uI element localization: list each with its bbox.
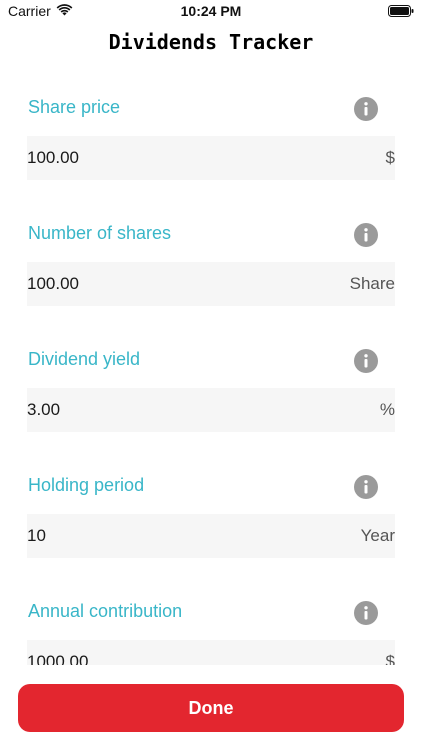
share-price-field: Share price $ [0,64,422,190]
number-of-shares-field: Number of shares Share [0,190,422,316]
annual-contribution-unit: $ [385,652,395,665]
share-price-input[interactable] [27,136,327,180]
field-label: Holding period [28,475,145,495]
field-label: Dividend yield [28,349,141,369]
dividend-form[interactable]: Share price $ Number of shares Share Div… [0,64,422,665]
annual-contribution-input-box[interactable]: $ [27,640,395,665]
field-label: Share price [28,97,121,117]
status-bar: Carrier 10:24 PM [0,0,422,24]
dividend-yield-field: Dividend yield % [0,316,422,442]
number-of-shares-unit: Share [349,274,395,293]
dividend-yield-input[interactable] [27,388,327,432]
info-icon[interactable] [354,97,378,121]
share-price-input-box[interactable]: $ [27,136,395,180]
holding-period-unit: Year [360,526,395,545]
info-icon[interactable] [354,475,378,499]
holding-period-input-box[interactable]: Year [27,514,395,558]
annual-contribution-field: Annual contribution $ [0,568,422,665]
info-icon[interactable] [354,223,378,247]
info-icon[interactable] [354,601,378,625]
page-title: Dividends Tracker [108,30,314,54]
field-label: Number of shares [28,223,172,243]
share-price-unit: $ [385,148,395,167]
info-icon[interactable] [354,349,378,373]
dividend-yield-unit: % [379,400,395,419]
dividend-yield-input-box[interactable]: % [27,388,395,432]
number-of-shares-input[interactable] [27,262,327,306]
holding-period-field: Holding period Year [0,442,422,568]
field-label: Annual contribution [28,601,183,621]
annual-contribution-input[interactable] [27,640,327,665]
done-button[interactable]: Done [18,684,404,732]
holding-period-input[interactable] [27,514,327,558]
clock: 10:24 PM [180,3,242,19]
battery-icon [388,5,414,17]
number-of-shares-input-box[interactable]: Share [27,262,395,306]
